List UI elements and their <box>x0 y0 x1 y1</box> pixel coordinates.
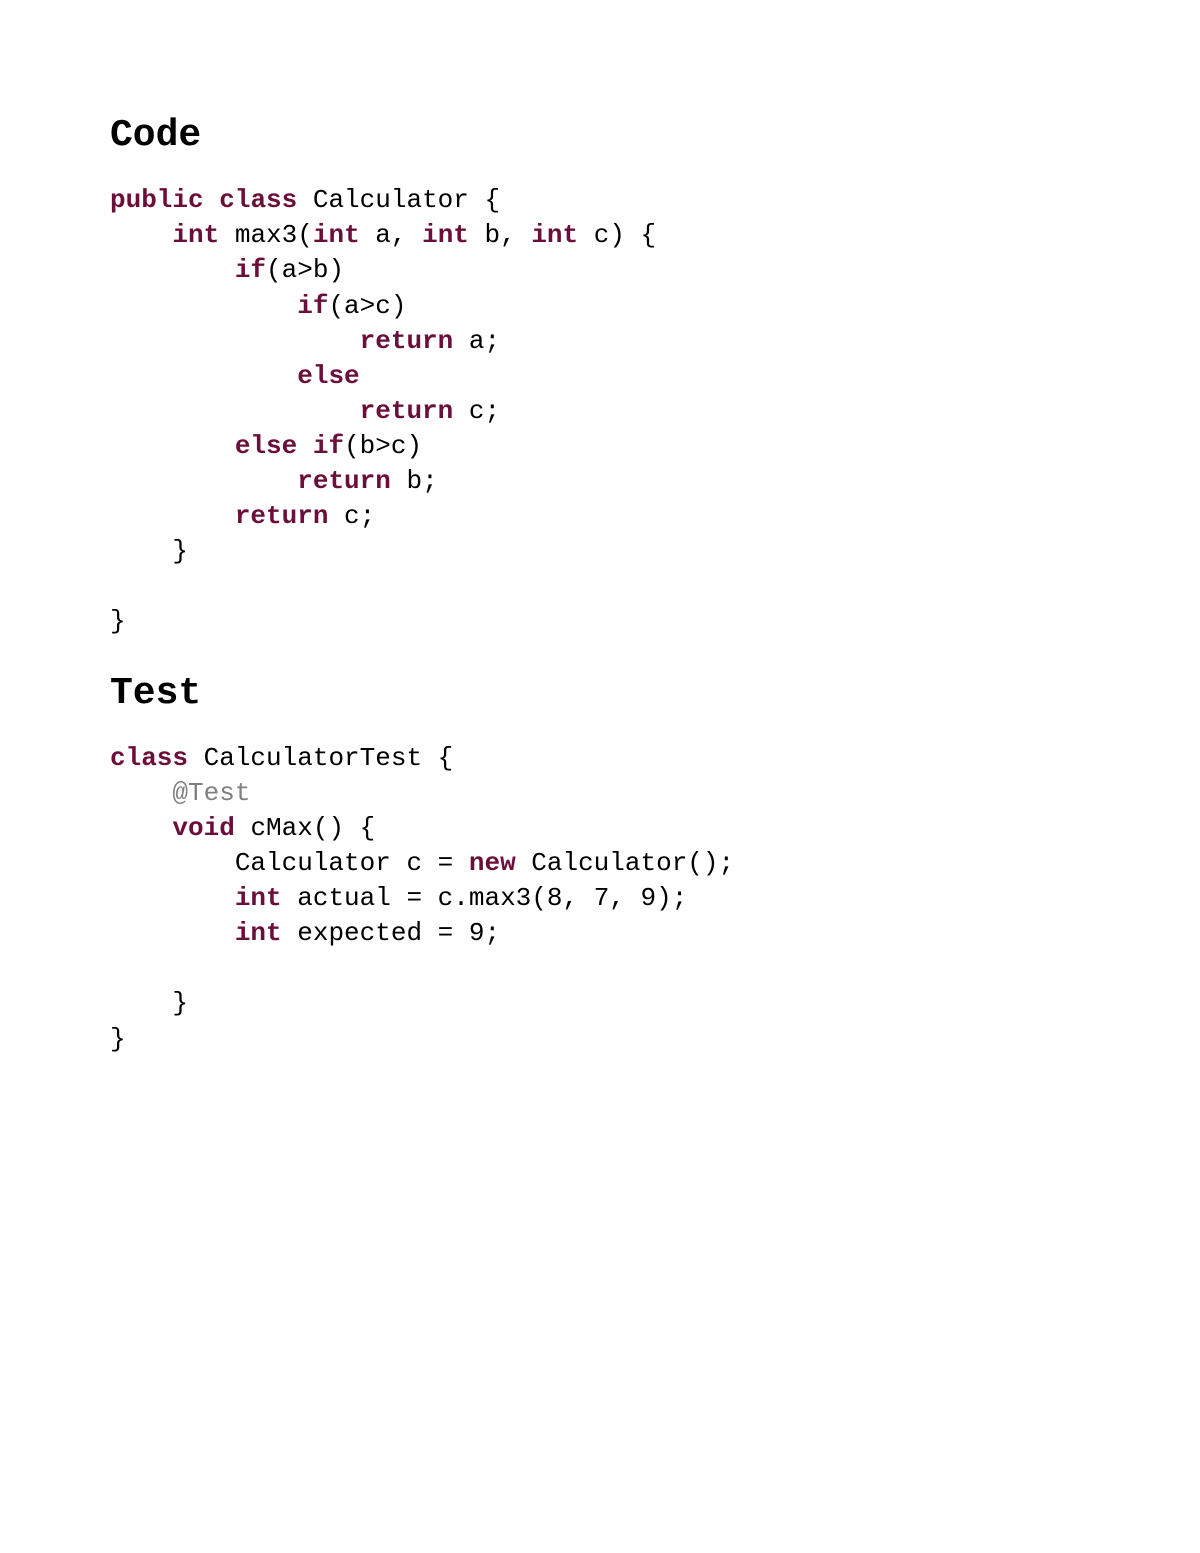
code-token: Calculator(); <box>516 848 734 878</box>
code-token: return <box>360 396 454 426</box>
code-token: (a>b) <box>266 255 344 285</box>
code-token <box>110 883 235 913</box>
code-token: a, <box>360 220 422 250</box>
code-token <box>110 778 172 808</box>
code-token: class <box>110 743 188 773</box>
code-token: expected = 9; <box>282 918 500 948</box>
code-token: int <box>422 220 469 250</box>
heading-code: Code <box>110 110 1100 161</box>
code-token: c) { <box>578 220 656 250</box>
code-token <box>110 431 235 461</box>
code-token: Calculator { <box>297 185 500 215</box>
code-token: max3( <box>219 220 313 250</box>
code-token <box>110 291 297 321</box>
code-token: int <box>172 220 219 250</box>
code-token <box>110 918 235 948</box>
code-token <box>110 396 360 426</box>
code-token: CalculatorTest { <box>188 743 453 773</box>
code-token <box>110 255 235 285</box>
code-token <box>110 571 126 601</box>
code-block-calculator: public class Calculator { int max3(int a… <box>110 183 1100 639</box>
code-token: (b>c) <box>344 431 422 461</box>
code-token: (a>c) <box>328 291 406 321</box>
code-token: if <box>235 255 266 285</box>
code-token: if <box>297 291 328 321</box>
code-token: @Test <box>172 778 250 808</box>
code-token <box>204 185 220 215</box>
code-token <box>110 220 172 250</box>
code-token: } <box>110 1024 126 1054</box>
code-token: else <box>297 361 359 391</box>
code-token <box>110 466 297 496</box>
code-token: int <box>235 918 282 948</box>
code-token: return <box>297 466 391 496</box>
code-token: a; <box>453 326 500 356</box>
code-token: b; <box>391 466 438 496</box>
code-token: void <box>172 813 234 843</box>
code-token: return <box>360 326 454 356</box>
code-token: else <box>235 431 297 461</box>
code-token <box>110 501 235 531</box>
code-token: public <box>110 185 204 215</box>
code-token <box>110 953 126 983</box>
code-token: int <box>313 220 360 250</box>
document-page: Code public class Calculator { int max3(… <box>0 0 1200 1057</box>
code-token <box>110 813 172 843</box>
code-token: int <box>531 220 578 250</box>
code-token: int <box>235 883 282 913</box>
code-block-calculator-test: class CalculatorTest { @Test void cMax()… <box>110 741 1100 1057</box>
code-token: new <box>469 848 516 878</box>
code-token: return <box>235 501 329 531</box>
code-token: cMax() { <box>235 813 375 843</box>
code-token: c; <box>328 501 375 531</box>
code-token: actual = c.max3(8, 7, 9); <box>282 883 688 913</box>
code-token: class <box>219 185 297 215</box>
code-token: if <box>313 431 344 461</box>
code-token: } <box>110 536 188 566</box>
code-token: c; <box>453 396 500 426</box>
code-token: b, <box>469 220 531 250</box>
heading-test: Test <box>110 668 1100 719</box>
code-token: Calculator c = <box>110 848 469 878</box>
code-token <box>297 431 313 461</box>
code-token <box>110 361 297 391</box>
code-token: } <box>110 988 188 1018</box>
code-token <box>110 326 360 356</box>
code-token: } <box>110 606 126 636</box>
